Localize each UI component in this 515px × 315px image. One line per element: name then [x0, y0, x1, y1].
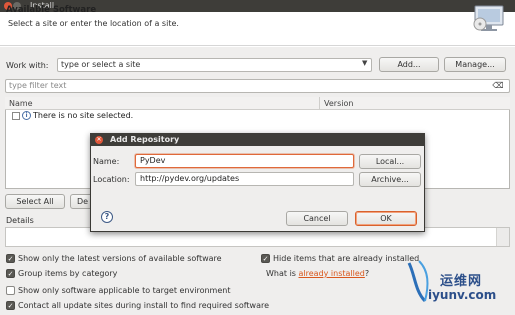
watermark-url-text: iyunv.com: [428, 288, 497, 302]
details-label: Details: [6, 216, 34, 225]
column-header-version[interactable]: Version: [324, 99, 353, 108]
repository-location-field[interactable]: http://pydev.org/updates: [135, 172, 354, 186]
group-by-category-label: Group items by category: [18, 269, 118, 278]
latest-versions-checkbox[interactable]: ✓: [6, 254, 15, 263]
contact-sites-label: Contact all update sites during install …: [18, 301, 270, 310]
page-subtitle: Select a site or enter the location of a…: [8, 19, 179, 28]
work-with-combo-text: type or select a site: [61, 60, 141, 69]
manage-sites-button[interactable]: Manage...: [444, 57, 506, 72]
chevron-down-icon[interactable]: ▼: [362, 59, 367, 67]
column-divider: [319, 97, 320, 110]
hide-installed-label: Hide items that are already installed: [273, 254, 420, 263]
what-is-prefix: What is: [266, 269, 299, 278]
info-icon: i: [22, 111, 31, 120]
tree-row-label: There is no site selected.: [33, 111, 134, 120]
clear-filter-icon[interactable]: ⌫: [491, 80, 505, 91]
column-header-name[interactable]: Name: [9, 99, 33, 108]
group-by-category-checkbox[interactable]: ✓: [6, 269, 15, 278]
hide-installed-checkbox[interactable]: ✓: [261, 254, 270, 263]
select-all-button[interactable]: Select All: [5, 194, 65, 209]
details-scrollbar[interactable]: [496, 228, 509, 246]
what-is-suffix: ?: [364, 269, 370, 278]
row-checkbox[interactable]: [12, 112, 20, 120]
latest-versions-label: Show only the latest versions of availab…: [18, 254, 222, 263]
page-title: Available Software: [6, 5, 97, 15]
already-installed-link[interactable]: already installed: [299, 269, 365, 278]
repository-name-field[interactable]: PyDev: [135, 154, 354, 168]
cancel-button[interactable]: Cancel: [286, 211, 348, 226]
filter-input[interactable]: [5, 79, 510, 93]
work-with-label: Work with:: [6, 61, 49, 70]
wizard-header: [0, 12, 515, 46]
watermark-cn-text: 运维网: [440, 274, 483, 289]
contact-sites-checkbox[interactable]: ✓: [6, 301, 15, 310]
local-button[interactable]: Local...: [359, 154, 421, 169]
help-icon[interactable]: ?: [101, 211, 113, 223]
target-env-checkbox[interactable]: [6, 286, 15, 295]
archive-button[interactable]: Archive...: [359, 172, 421, 187]
what-is-installed-text: What is already installed?: [266, 269, 369, 278]
target-env-label: Show only software applicable to target …: [18, 286, 231, 295]
name-label: Name:: [93, 157, 120, 166]
filter-placeholder: type filter text: [9, 81, 67, 90]
install-monitor-icon: [473, 5, 504, 31]
location-label: Location:: [93, 175, 130, 184]
add-site-button[interactable]: Add...: [379, 57, 439, 72]
ok-button[interactable]: OK: [355, 211, 417, 226]
tree-header: [5, 97, 510, 110]
dialog-close-icon[interactable]: ✕: [95, 136, 103, 144]
dialog-title: Add Repository: [110, 135, 180, 144]
